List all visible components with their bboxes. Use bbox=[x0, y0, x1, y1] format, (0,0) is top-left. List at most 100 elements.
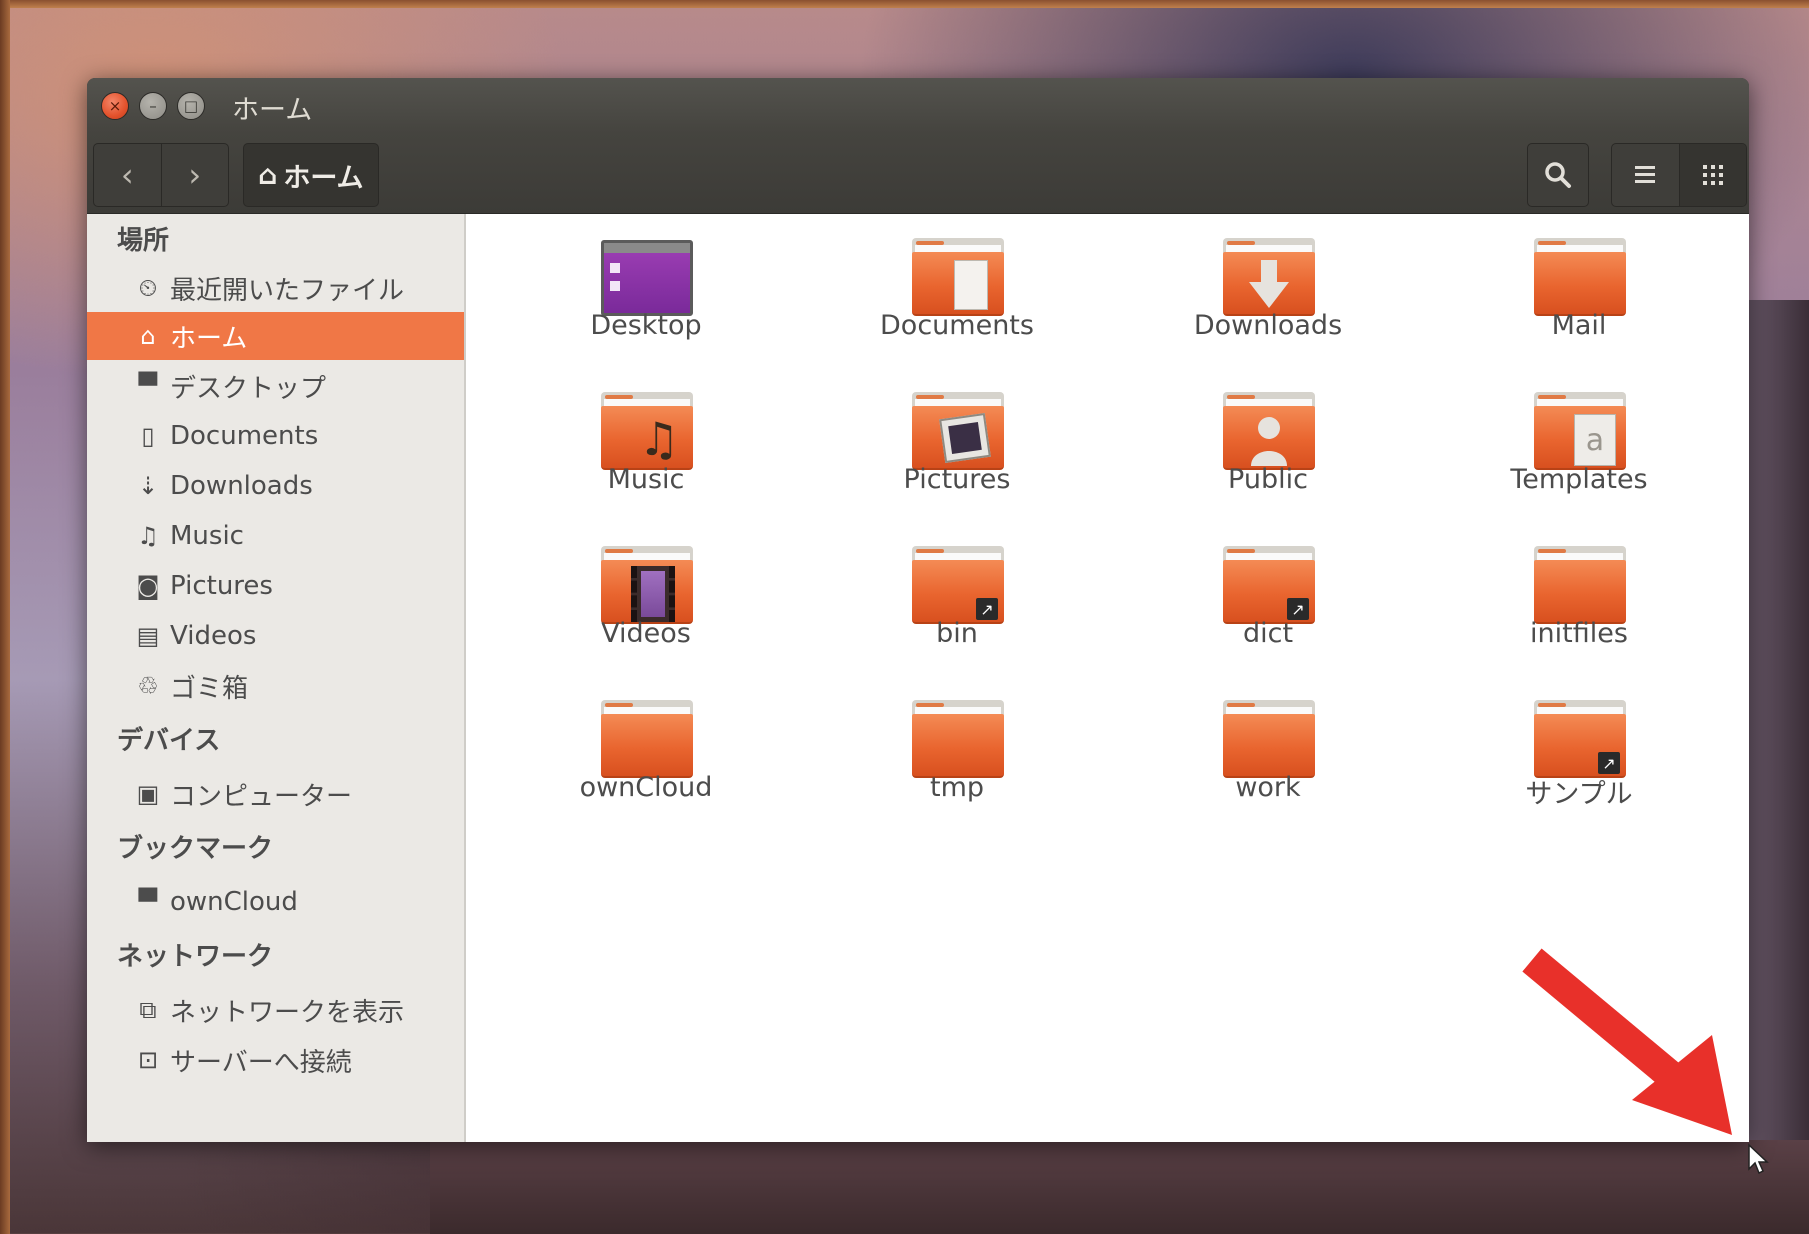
file-item-documents[interactable]: Documents bbox=[827, 214, 1087, 364]
file-label: Mail bbox=[1551, 310, 1607, 341]
background-building bbox=[430, 1140, 1809, 1234]
sidebar-item-label: Pictures bbox=[170, 571, 273, 601]
symlink-arrow-icon: ↗ bbox=[1287, 598, 1309, 620]
folder-icon: ▀ bbox=[138, 372, 158, 400]
file-item-public[interactable]: Public bbox=[1138, 368, 1398, 518]
home-icon: ⌂ bbox=[258, 159, 278, 191]
path-home-button[interactable]: ⌂ ホーム bbox=[243, 143, 379, 207]
clock-icon: ⏲ bbox=[138, 274, 158, 302]
close-icon: × bbox=[108, 97, 122, 115]
folder-pictures-icon bbox=[912, 392, 1004, 470]
folder-link-icon: ↗ bbox=[1534, 700, 1626, 778]
music-icon: ♫ bbox=[137, 522, 159, 550]
file-item-downloads[interactable]: Downloads bbox=[1138, 214, 1398, 364]
folder-videos-icon bbox=[601, 546, 693, 624]
folder-icon bbox=[1223, 700, 1315, 778]
file-label: サンプル bbox=[1525, 779, 1633, 810]
folder-public-icon bbox=[1223, 392, 1315, 470]
sidebar-section-network: ネットワーク bbox=[117, 942, 274, 972]
sidebar-item-label: サーバーへ接続 bbox=[170, 1047, 352, 1078]
folder-music-icon: ♫ bbox=[601, 392, 693, 470]
file-label: ownCloud bbox=[579, 772, 713, 803]
file-label: dict bbox=[1242, 618, 1294, 649]
file-label: work bbox=[1235, 772, 1301, 803]
sidebar-item-label: ownCloud bbox=[170, 887, 298, 917]
file-label: initfiles bbox=[1530, 618, 1628, 649]
back-button[interactable]: ‹ bbox=[94, 144, 161, 206]
sidebar-section-devices: デバイス bbox=[117, 726, 221, 756]
file-item-pictures[interactable]: Pictures bbox=[827, 368, 1087, 518]
symlink-arrow-icon: ↗ bbox=[976, 598, 998, 620]
search-button[interactable] bbox=[1527, 143, 1589, 207]
file-item-templates[interactable]: a Templates bbox=[1449, 368, 1709, 518]
sidebar-item-label: ネットワークを表示 bbox=[170, 997, 405, 1028]
sidebar-item-desktop[interactable]: ▀ デスクトップ bbox=[87, 362, 464, 410]
grid-icon bbox=[1702, 165, 1723, 185]
symlink-arrow-icon: ↗ bbox=[1598, 752, 1620, 774]
file-label: Public bbox=[1228, 464, 1308, 495]
sidebar-item-music[interactable]: ♫ Music bbox=[87, 512, 464, 560]
computer-icon: ▣ bbox=[136, 780, 160, 808]
sidebar-item-downloads[interactable]: ⇣ Downloads bbox=[87, 462, 464, 510]
minimize-button[interactable]: – bbox=[139, 92, 167, 120]
file-label: Desktop bbox=[590, 310, 702, 341]
file-item-mail[interactable]: Mail bbox=[1449, 214, 1709, 364]
sidebar-item-computer[interactable]: ▣ コンピューター bbox=[87, 770, 464, 818]
minimize-icon: – bbox=[149, 97, 157, 115]
file-label: Music bbox=[607, 464, 685, 495]
title-bar[interactable]: × – □ ホーム bbox=[87, 78, 1749, 133]
sidebar-item-recent[interactable]: ⏲ 最近開いたファイル bbox=[87, 264, 464, 312]
list-view-button[interactable] bbox=[1612, 144, 1679, 206]
sidebar-item-pictures[interactable]: ◙ Pictures bbox=[87, 562, 464, 610]
file-label: Documents bbox=[880, 310, 1034, 341]
sidebar-item-documents[interactable]: ▯ Documents bbox=[87, 412, 464, 460]
file-item-work[interactable]: work bbox=[1138, 676, 1398, 826]
file-label: bin bbox=[936, 618, 978, 649]
sidebar-item-connect-server[interactable]: ⊡ サーバーへ接続 bbox=[87, 1036, 464, 1084]
sidebar-section-bookmarks: ブックマーク bbox=[117, 834, 274, 864]
camera-icon: ◙ bbox=[136, 572, 160, 600]
chevron-right-icon: › bbox=[188, 156, 202, 194]
file-label: Videos bbox=[601, 618, 691, 649]
sidebar-item-home[interactable]: ⌂ ホーム bbox=[87, 312, 464, 360]
sidebar-item-label: Downloads bbox=[170, 471, 313, 501]
sidebar-item-label: ゴミ箱 bbox=[170, 673, 249, 704]
background-frame-edge bbox=[0, 0, 10, 1234]
download-icon: ⇣ bbox=[137, 472, 159, 500]
desktop-icon bbox=[601, 240, 693, 316]
chevron-left-icon: ‹ bbox=[120, 156, 134, 194]
maximize-button[interactable]: □ bbox=[177, 92, 205, 120]
forward-button[interactable]: › bbox=[160, 144, 229, 206]
file-item-bin[interactable]: ↗ bin bbox=[827, 522, 1087, 672]
file-item-videos[interactable]: Videos bbox=[516, 522, 776, 672]
sidebar-item-owncloud[interactable]: ▀ ownCloud bbox=[87, 878, 464, 926]
file-label: Templates bbox=[1510, 464, 1648, 495]
window-title: ホーム bbox=[232, 95, 313, 126]
path-label: ホーム bbox=[283, 162, 364, 194]
sidebar-item-label: Documents bbox=[170, 421, 319, 451]
annotation-arrow-icon bbox=[1522, 948, 1732, 1135]
view-switcher bbox=[1611, 143, 1747, 207]
folder-link-icon: ↗ bbox=[912, 546, 1004, 624]
folder-downloads-icon bbox=[1223, 238, 1315, 316]
toolbar: ‹ › ⌂ ホーム bbox=[87, 133, 1749, 214]
server-icon: ⊡ bbox=[137, 1046, 159, 1074]
file-item-desktop[interactable]: Desktop bbox=[516, 214, 776, 364]
file-item-tmp[interactable]: tmp bbox=[827, 676, 1087, 826]
sidebar-item-trash[interactable]: ♲ ゴミ箱 bbox=[87, 662, 464, 710]
list-icon bbox=[1635, 166, 1656, 183]
file-item-sample[interactable]: ↗ サンプル bbox=[1449, 676, 1709, 826]
sidebar-item-label: Music bbox=[170, 521, 244, 551]
folder-icon bbox=[912, 700, 1004, 778]
file-label: Pictures bbox=[903, 464, 1011, 495]
file-item-owncloud[interactable]: ownCloud bbox=[516, 676, 776, 826]
close-button[interactable]: × bbox=[101, 92, 129, 120]
sidebar-item-videos[interactable]: ▤ Videos bbox=[87, 612, 464, 660]
file-item-dict[interactable]: ↗ dict bbox=[1138, 522, 1398, 672]
file-item-music[interactable]: ♫ Music bbox=[516, 368, 776, 518]
folder-icon bbox=[601, 700, 693, 778]
grid-view-button[interactable] bbox=[1678, 144, 1746, 206]
sidebar-item-browse-network[interactable]: ⧉ ネットワークを表示 bbox=[87, 986, 464, 1034]
search-icon bbox=[1545, 162, 1571, 188]
file-item-initfiles[interactable]: initfiles bbox=[1449, 522, 1709, 672]
